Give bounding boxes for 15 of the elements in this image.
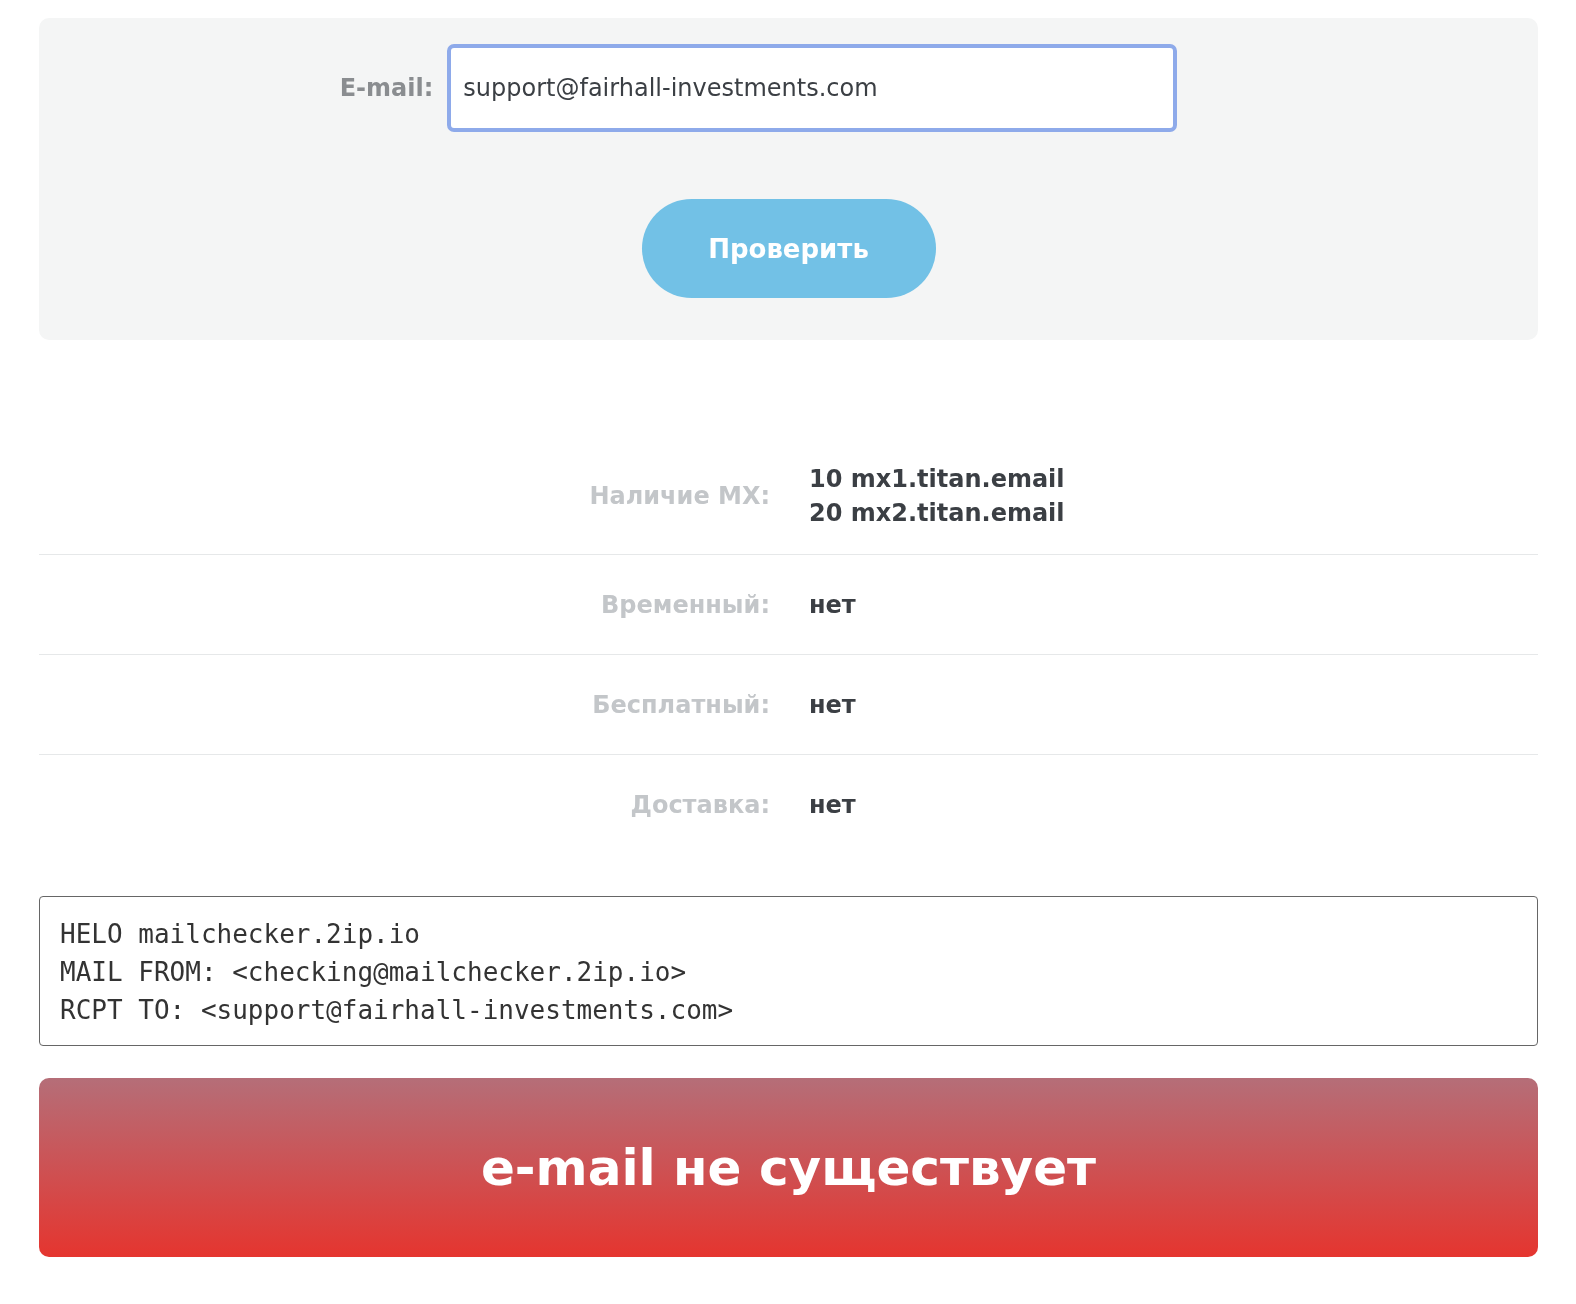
result-label: Наличие MX:: [588, 482, 770, 510]
result-label: Бесплатный:: [591, 690, 770, 719]
verdict-banner: e-mail не существует: [39, 1078, 1538, 1257]
result-label: Временный:: [600, 590, 770, 619]
result-value: нет: [809, 590, 857, 619]
result-label: Доставка:: [629, 790, 770, 819]
log-line: RCPT TO: <support@fairhall-investments.com>: [60, 995, 735, 1025]
log-line: HELO mailchecker.2ip.io: [60, 919, 422, 949]
result-value: нет: [809, 790, 857, 819]
email-input[interactable]: support@fairhall-investments.com: [447, 44, 1178, 132]
email-label: E-mail:: [339, 74, 434, 102]
result-value: нет: [809, 690, 857, 719]
log-line: MAIL FROM: <checking@mailchecker.2ip.io>: [60, 957, 688, 987]
result-value: 10 mx1.titan.email: [809, 465, 1066, 493]
result-value: 20 mx2.titan.email: [809, 499, 1066, 527]
